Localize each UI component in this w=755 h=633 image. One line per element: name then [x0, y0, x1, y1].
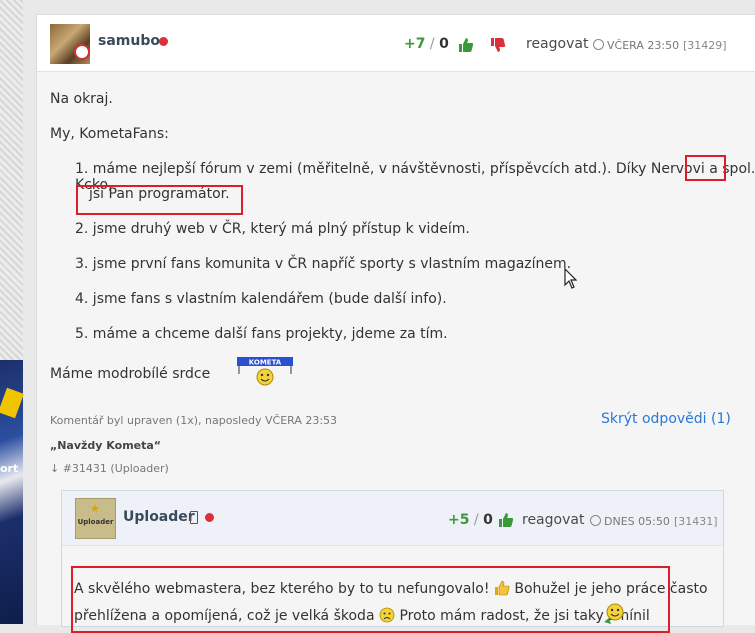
rating-plus: +5 — [448, 512, 470, 528]
hide-replies-link[interactable]: Skrýt odpovědi (1) — [601, 411, 731, 427]
post-greeting: My, KometaFans: — [50, 126, 169, 142]
kometa-fan-smiley-icon: KOMETA — [237, 357, 293, 386]
user-avatar[interactable] — [50, 24, 90, 64]
post-timestamp: DNES 05:50 — [590, 515, 670, 528]
mouse-cursor-icon — [564, 268, 577, 289]
post-rating: +5 / 0 — [448, 512, 493, 528]
offline-status-icon — [205, 513, 214, 522]
post-closing: Máme modrobílé srdce — [50, 366, 211, 382]
username[interactable]: Uploader — [123, 509, 195, 525]
clock-icon — [590, 515, 601, 526]
post-header: samubo +7 / 0 reagovat VČERA 23:50 [3142… — [37, 15, 755, 72]
background-hockey-image: ort — [0, 360, 24, 624]
mobile-phone-icon — [190, 511, 198, 524]
post-timestamp: VČERA 23:50 — [593, 39, 679, 52]
thumb-up-icon[interactable] — [498, 512, 514, 528]
thumb-up-icon[interactable] — [458, 37, 474, 53]
rating-minus: 0 — [439, 36, 449, 52]
list-item: 5. máme a chceme další fans projekty, jd… — [75, 326, 448, 342]
clock-icon — [593, 39, 604, 50]
offline-status-icon — [159, 37, 168, 46]
reply-button[interactable]: reagovat — [526, 36, 588, 52]
highlight-box — [71, 566, 670, 633]
post-intro: Na okraj. — [50, 91, 113, 107]
highlight-box — [685, 155, 726, 181]
list-item: 3. jsme první fans komunita v ČR napříč … — [75, 256, 572, 272]
reply-post: ★ Uploader Uploader +5 / 0 reagovat DNES… — [61, 490, 724, 633]
svg-text:KOMETA: KOMETA — [249, 359, 282, 367]
forum-post: samubo +7 / 0 reagovat VČERA 23:50 [3142… — [36, 14, 755, 633]
username[interactable]: samubo — [98, 33, 160, 49]
user-avatar[interactable]: ★ Uploader — [75, 498, 116, 539]
rating-plus: +7 — [404, 36, 426, 52]
post-id[interactable]: [31431] — [674, 515, 718, 528]
rating-minus: 0 — [483, 512, 493, 528]
list-item: 4. jsme fans s vlastním kalendářem (bude… — [75, 291, 447, 307]
list-item: 2. jsme druhý web v ČR, který má plný př… — [75, 221, 470, 237]
post-id[interactable]: [31429] — [683, 39, 727, 52]
edit-note: Komentář byl upraven (1x), naposledy VČE… — [50, 414, 338, 427]
reply-reference-link[interactable]: ↓ #31431 (Uploader) — [50, 462, 169, 475]
star-icon: ★ — [90, 502, 100, 515]
user-signature: „Navždy Kometa“ — [50, 439, 162, 452]
highlight-box — [76, 185, 243, 215]
post-rating: +7 / 0 — [404, 36, 449, 52]
thumb-down-icon[interactable] — [490, 37, 506, 53]
reply-header: ★ Uploader Uploader +5 / 0 reagovat DNES… — [62, 491, 723, 546]
reply-button[interactable]: reagovat — [522, 512, 584, 528]
